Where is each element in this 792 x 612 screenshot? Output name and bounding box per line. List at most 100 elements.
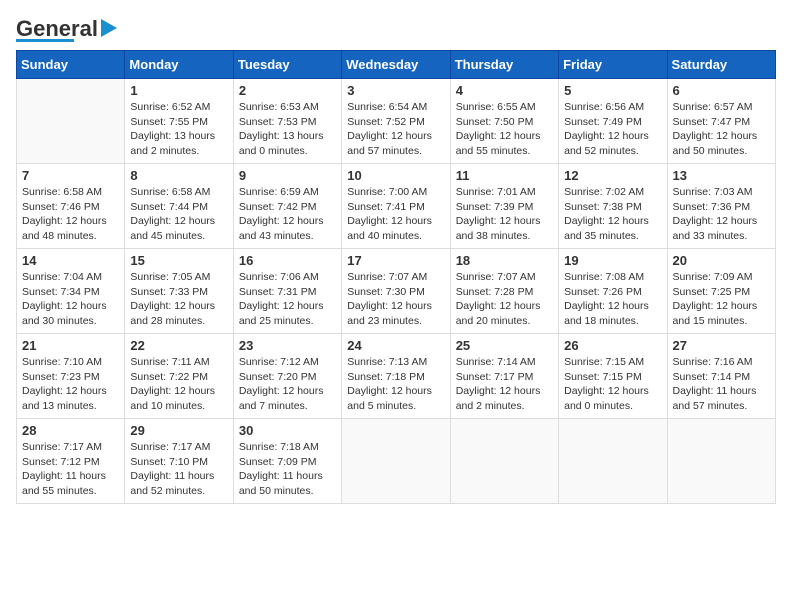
day-info: Sunrise: 6:59 AM Sunset: 7:42 PM Dayligh… <box>239 185 336 244</box>
logo-arrow-icon <box>101 19 117 37</box>
day-number: 5 <box>564 83 661 98</box>
day-number: 28 <box>22 423 119 438</box>
day-info: Sunrise: 7:03 AM Sunset: 7:36 PM Dayligh… <box>673 185 770 244</box>
day-info: Sunrise: 7:01 AM Sunset: 7:39 PM Dayligh… <box>456 185 553 244</box>
calendar-cell: 10Sunrise: 7:00 AM Sunset: 7:41 PM Dayli… <box>342 164 450 249</box>
calendar-cell <box>342 419 450 504</box>
day-number: 11 <box>456 168 553 183</box>
header-wednesday: Wednesday <box>342 51 450 79</box>
day-info: Sunrise: 7:17 AM Sunset: 7:10 PM Dayligh… <box>130 440 227 499</box>
logo: General <box>16 16 117 42</box>
day-number: 3 <box>347 83 444 98</box>
day-info: Sunrise: 7:17 AM Sunset: 7:12 PM Dayligh… <box>22 440 119 499</box>
calendar-cell: 14 Sunrise: 7:04 AM Sunset: 7:34 PM Dayli… <box>17 249 125 334</box>
calendar-cell: 28 Sunrise: 7:17 AM Sunset: 7:12 PM Dayli… <box>17 419 125 504</box>
day-info: Sunrise: 6:57 AM Sunset: 7:47 PM Dayligh… <box>673 100 770 159</box>
calendar-cell <box>559 419 667 504</box>
day-number: 24 <box>347 338 444 353</box>
day-number: 9 <box>239 168 336 183</box>
day-info: Sunrise: 7:16 AM Sunset: 7:14 PM Dayligh… <box>673 355 770 414</box>
calendar-cell: 20 Sunrise: 7:09 AM Sunset: 7:25 PM Dayli… <box>667 249 775 334</box>
calendar-cell: 17 Sunrise: 7:07 AM Sunset: 7:30 PM Dayli… <box>342 249 450 334</box>
calendar-week-3: 14 Sunrise: 7:04 AM Sunset: 7:34 PM Dayli… <box>17 249 776 334</box>
calendar-cell: 11 Sunrise: 7:01 AM Sunset: 7:39 PM Dayli… <box>450 164 558 249</box>
header-friday: Friday <box>559 51 667 79</box>
header-monday: Monday <box>125 51 233 79</box>
day-info: Sunrise: 7:08 AM Sunset: 7:26 PM Dayligh… <box>564 270 661 329</box>
day-info: Sunrise: 7:15 AM Sunset: 7:15 PM Dayligh… <box>564 355 661 414</box>
day-number: 6 <box>673 83 770 98</box>
day-number: 21 <box>22 338 119 353</box>
day-info: Sunrise: 7:12 AM Sunset: 7:20 PM Dayligh… <box>239 355 336 414</box>
logo-underline <box>16 39 74 42</box>
calendar-cell: 7Sunrise: 6:58 AM Sunset: 7:46 PM Daylig… <box>17 164 125 249</box>
header-sunday: Sunday <box>17 51 125 79</box>
day-number: 15 <box>130 253 227 268</box>
day-number: 13 <box>673 168 770 183</box>
calendar-cell <box>450 419 558 504</box>
day-info: Sunrise: 7:09 AM Sunset: 7:25 PM Dayligh… <box>673 270 770 329</box>
calendar-cell: 4Sunrise: 6:55 AM Sunset: 7:50 PM Daylig… <box>450 79 558 164</box>
day-info: Sunrise: 7:07 AM Sunset: 7:30 PM Dayligh… <box>347 270 444 329</box>
day-info: Sunrise: 6:55 AM Sunset: 7:50 PM Dayligh… <box>456 100 553 159</box>
calendar-cell: 15 Sunrise: 7:05 AM Sunset: 7:33 PM Dayli… <box>125 249 233 334</box>
day-info: Sunrise: 6:52 AM Sunset: 7:55 PM Dayligh… <box>130 100 227 159</box>
calendar-cell: 29 Sunrise: 7:17 AM Sunset: 7:10 PM Dayli… <box>125 419 233 504</box>
calendar-week-1: 1 Sunrise: 6:52 AM Sunset: 7:55 PM Daylig… <box>17 79 776 164</box>
calendar-cell: 13 Sunrise: 7:03 AM Sunset: 7:36 PM Dayli… <box>667 164 775 249</box>
day-info: Sunrise: 6:58 AM Sunset: 7:44 PM Dayligh… <box>130 185 227 244</box>
day-number: 19 <box>564 253 661 268</box>
calendar-cell: 6 Sunrise: 6:57 AM Sunset: 7:47 PM Daylig… <box>667 79 775 164</box>
calendar-cell: 12 Sunrise: 7:02 AM Sunset: 7:38 PM Dayli… <box>559 164 667 249</box>
day-info: Sunrise: 7:06 AM Sunset: 7:31 PM Dayligh… <box>239 270 336 329</box>
day-number: 16 <box>239 253 336 268</box>
day-info: Sunrise: 7:07 AM Sunset: 7:28 PM Dayligh… <box>456 270 553 329</box>
calendar-cell: 23 Sunrise: 7:12 AM Sunset: 7:20 PM Dayli… <box>233 334 341 419</box>
day-number: 25 <box>456 338 553 353</box>
day-info: Sunrise: 6:56 AM Sunset: 7:49 PM Dayligh… <box>564 100 661 159</box>
page-header: General <box>16 16 776 42</box>
calendar-cell: 21 Sunrise: 7:10 AM Sunset: 7:23 PM Dayli… <box>17 334 125 419</box>
day-number: 27 <box>673 338 770 353</box>
calendar-week-4: 21 Sunrise: 7:10 AM Sunset: 7:23 PM Dayli… <box>17 334 776 419</box>
calendar-cell: 24 Sunrise: 7:13 AM Sunset: 7:18 PM Dayli… <box>342 334 450 419</box>
day-number: 18 <box>456 253 553 268</box>
calendar-cell <box>667 419 775 504</box>
calendar-week-5: 28 Sunrise: 7:17 AM Sunset: 7:12 PM Dayli… <box>17 419 776 504</box>
day-number: 7 <box>22 168 119 183</box>
day-number: 29 <box>130 423 227 438</box>
header-thursday: Thursday <box>450 51 558 79</box>
day-info: Sunrise: 7:11 AM Sunset: 7:22 PM Dayligh… <box>130 355 227 414</box>
header-tuesday: Tuesday <box>233 51 341 79</box>
day-info: Sunrise: 7:02 AM Sunset: 7:38 PM Dayligh… <box>564 185 661 244</box>
calendar-cell: 3Sunrise: 6:54 AM Sunset: 7:52 PM Daylig… <box>342 79 450 164</box>
day-info: Sunrise: 7:18 AM Sunset: 7:09 PM Dayligh… <box>239 440 336 499</box>
day-number: 23 <box>239 338 336 353</box>
calendar-cell <box>17 79 125 164</box>
day-number: 12 <box>564 168 661 183</box>
day-info: Sunrise: 7:14 AM Sunset: 7:17 PM Dayligh… <box>456 355 553 414</box>
day-number: 17 <box>347 253 444 268</box>
calendar-header-row: SundayMondayTuesdayWednesdayThursdayFrid… <box>17 51 776 79</box>
day-number: 22 <box>130 338 227 353</box>
calendar-cell: 8 Sunrise: 6:58 AM Sunset: 7:44 PM Daylig… <box>125 164 233 249</box>
day-info: Sunrise: 7:05 AM Sunset: 7:33 PM Dayligh… <box>130 270 227 329</box>
calendar-cell: 5 Sunrise: 6:56 AM Sunset: 7:49 PM Daylig… <box>559 79 667 164</box>
day-number: 1 <box>130 83 227 98</box>
day-number: 20 <box>673 253 770 268</box>
calendar-week-2: 7Sunrise: 6:58 AM Sunset: 7:46 PM Daylig… <box>17 164 776 249</box>
calendar-cell: 27 Sunrise: 7:16 AM Sunset: 7:14 PM Dayli… <box>667 334 775 419</box>
day-number: 14 <box>22 253 119 268</box>
calendar-cell: 9 Sunrise: 6:59 AM Sunset: 7:42 PM Daylig… <box>233 164 341 249</box>
day-info: Sunrise: 7:04 AM Sunset: 7:34 PM Dayligh… <box>22 270 119 329</box>
day-number: 30 <box>239 423 336 438</box>
day-number: 8 <box>130 168 227 183</box>
day-number: 2 <box>239 83 336 98</box>
calendar-cell: 26Sunrise: 7:15 AM Sunset: 7:15 PM Dayli… <box>559 334 667 419</box>
calendar-cell: 2Sunrise: 6:53 AM Sunset: 7:53 PM Daylig… <box>233 79 341 164</box>
day-number: 10 <box>347 168 444 183</box>
calendar-cell: 19 Sunrise: 7:08 AM Sunset: 7:26 PM Dayli… <box>559 249 667 334</box>
day-info: Sunrise: 7:13 AM Sunset: 7:18 PM Dayligh… <box>347 355 444 414</box>
day-info: Sunrise: 7:10 AM Sunset: 7:23 PM Dayligh… <box>22 355 119 414</box>
calendar-cell: 30 Sunrise: 7:18 AM Sunset: 7:09 PM Dayli… <box>233 419 341 504</box>
